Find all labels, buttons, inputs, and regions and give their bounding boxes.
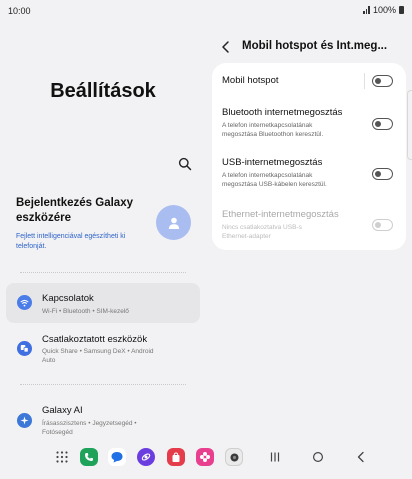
ethernet-tethering-toggle [372, 219, 393, 231]
row-label: Ethernet-internetmegosztás [222, 209, 339, 220]
status-time: 10:00 [8, 6, 31, 16]
status-icons: 100% [363, 5, 404, 15]
hotspot-settings-card: Mobil hotspot Bluetooth internetmegosztá… [212, 63, 406, 250]
row-ethernet-tethering: Ethernet-internetmegosztás Nincs csatlak… [212, 203, 406, 245]
phone-app-icon[interactable] [80, 448, 98, 466]
usb-tethering-toggle[interactable] [372, 168, 393, 180]
account-title-line1: Bejelentkezés Galaxy [16, 197, 133, 209]
back-arrow-icon[interactable] [220, 40, 232, 54]
row-label: Mobil hotspot [222, 75, 279, 86]
avatar[interactable] [156, 205, 191, 240]
account-subtitle-line1: Fejlett intelligenciával egészítheti ki [16, 233, 126, 240]
menu-item-sub: Wi-Fi • Bluetooth • SIM-kezelő [42, 308, 129, 315]
row-sub: Nincs csatlakoztatva USB-s [222, 224, 302, 231]
menu-item-label: Galaxy AI [42, 405, 83, 416]
divider [20, 272, 186, 273]
row-label: Bluetooth internetmegosztás [222, 107, 343, 118]
row-sub: A telefon internetkapcsolatának [222, 122, 313, 129]
person-icon [168, 217, 179, 229]
menu-item-sub-2: Auto [42, 357, 56, 364]
menu-item-label: Kapcsolatok [42, 293, 94, 304]
row-sub-2: megosztása USB-kábelen keresztül. [222, 181, 327, 188]
signal-icon [363, 6, 370, 14]
row-mobile-hotspot[interactable]: Mobil hotspot [212, 63, 406, 99]
battery-icon [399, 6, 404, 14]
connected-devices-icon [17, 341, 32, 356]
row-sub: A telefon internetkapcsolatának [222, 172, 313, 179]
page-title: Beállítások [50, 80, 156, 102]
galaxy-ai-icon [17, 413, 32, 428]
account-signin[interactable]: Bejelentkezés Galaxy eszközére Fejlett i… [16, 196, 146, 252]
row-separator [364, 73, 365, 89]
scroll-handle[interactable] [407, 90, 412, 160]
account-subtitle-line2: telefonját. [16, 243, 47, 250]
recents-nav-icon[interactable] [269, 451, 281, 463]
divider [20, 384, 186, 385]
menu-item-galaxy-ai[interactable]: Galaxy AI Írásasszisztens • Jegyzetsegéd… [6, 400, 200, 442]
row-bluetooth-tethering[interactable]: Bluetooth internetmegosztás A telefon in… [212, 101, 406, 143]
menu-item-sub-2: Fotósegéd [42, 429, 73, 436]
back-nav-icon[interactable] [355, 451, 367, 463]
messages-app-icon[interactable] [108, 448, 126, 466]
apps-grid-icon[interactable] [55, 450, 69, 464]
menu-item-connections[interactable]: Kapcsolatok Wi-Fi • Bluetooth • SIM-keze… [6, 283, 200, 323]
menu-item-label: Csatlakoztatott eszközök [42, 334, 148, 345]
taskbar [0, 448, 412, 470]
account-title-line2: eszközére [16, 212, 71, 224]
home-nav-icon[interactable] [312, 451, 324, 463]
mobile-hotspot-toggle[interactable] [372, 75, 393, 87]
internet-app-icon[interactable] [137, 448, 155, 466]
battery-percent: 100% [372, 5, 396, 15]
hotspot-title: Mobil hotspot és Int.meg... [242, 40, 388, 52]
camera-app-icon[interactable] [225, 448, 243, 466]
menu-item-connected-devices[interactable]: Csatlakoztatott eszközök Quick Share • S… [6, 329, 200, 369]
store-app-icon[interactable] [167, 448, 185, 466]
row-sub-2: megosztása Bluetoothon keresztül. [222, 131, 324, 138]
search-icon[interactable] [178, 157, 192, 171]
bluetooth-tethering-toggle[interactable] [372, 118, 393, 130]
row-usb-tethering[interactable]: USB-internetmegosztás A telefon internet… [212, 152, 406, 194]
status-bar: 10:00 100% [0, 0, 412, 22]
row-label: USB-internetmegosztás [222, 157, 323, 168]
gallery-app-icon[interactable] [196, 448, 214, 466]
row-sub-2: Ethernet-adapter [222, 233, 271, 240]
hotspot-header: Mobil hotspot és Int.meg... [210, 36, 410, 58]
wifi-icon [17, 295, 32, 310]
